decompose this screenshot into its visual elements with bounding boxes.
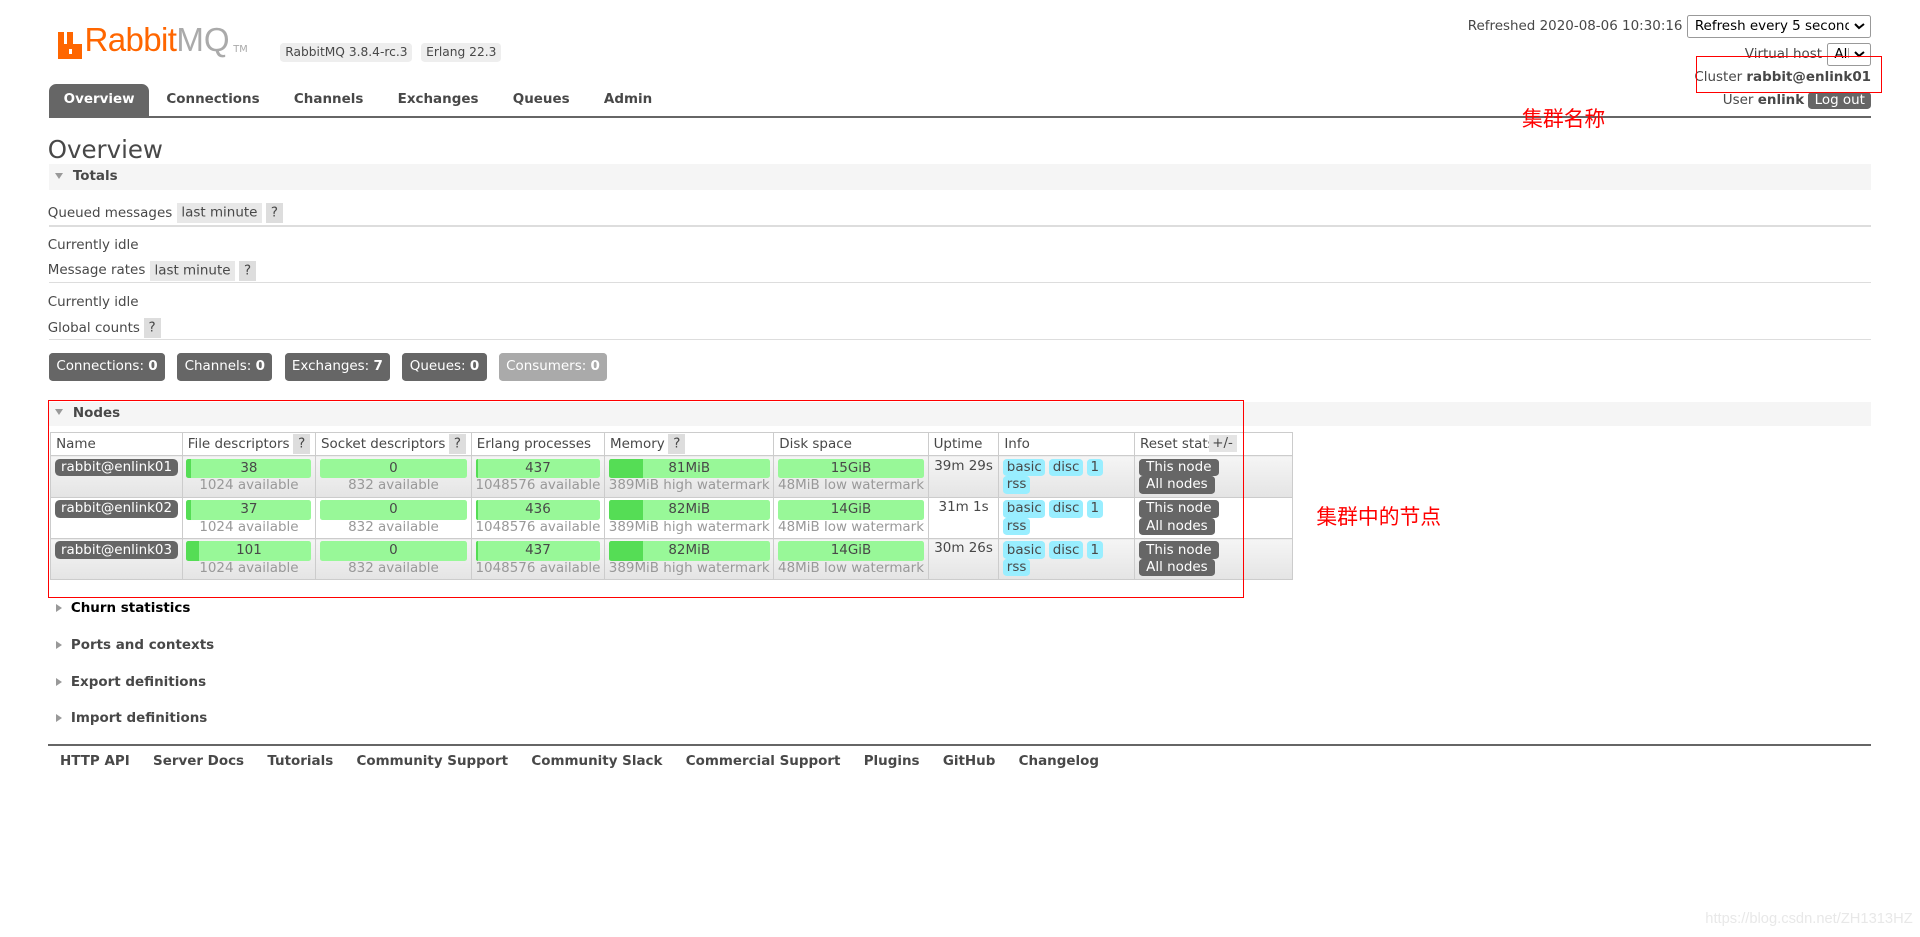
footer-link-community-slack[interactable]: Community Slack — [531, 754, 662, 769]
main-tabs: Overview Connections Channels Exchanges … — [48, 84, 670, 117]
expand-triangle-icon — [56, 714, 63, 723]
erlang-badge: Erlang 22.3 — [421, 42, 502, 62]
count-label: Exchanges: — [291, 358, 370, 374]
rabbitmq-logo[interactable]: Rabbit MQ TM — [57, 22, 248, 60]
help-icon[interactable]: ? — [239, 260, 256, 281]
count-button-channels[interactable]: Channels: 0 — [177, 352, 273, 381]
totals-title: Totals — [72, 169, 118, 185]
totals-section-header[interactable]: Totals — [48, 164, 1872, 190]
page-title: Overview — [47, 134, 163, 164]
tab-admin[interactable]: Admin — [587, 84, 670, 116]
rabbitmq-logo-icon — [57, 31, 83, 59]
user-name: enlink — [1757, 93, 1805, 109]
annotation-cluster-name: 集群名称 — [1522, 106, 1606, 131]
footer-link-commercial-support[interactable]: Commercial Support — [686, 754, 841, 769]
section-ports-and-contexts[interactable]: Ports and contexts — [47, 637, 215, 653]
tab-overview[interactable]: Overview — [48, 84, 150, 117]
global-counts: Connections: 0 Channels: 0 Exchanges: 7 Que… — [48, 352, 620, 381]
count-label: Channels: — [184, 358, 252, 374]
section-title: Import definitions — [70, 711, 208, 727]
count-button-exchanges[interactable]: Exchanges: 7 — [284, 352, 391, 381]
logo-text-mq: MQ — [176, 22, 230, 60]
expand-triangle-icon — [56, 640, 63, 649]
count-value: 7 — [373, 358, 383, 374]
section-title: Churn statistics — [70, 601, 191, 617]
divider — [48, 281, 1872, 283]
tab-queues[interactable]: Queues — [496, 84, 587, 116]
expand-triangle-icon — [56, 677, 63, 686]
section-import-definitions[interactable]: Import definitions — [47, 711, 208, 727]
count-label: Connections: — [56, 358, 144, 374]
footer-link-community-support[interactable]: Community Support — [356, 754, 508, 769]
divider — [48, 339, 1872, 341]
footer-link-github[interactable]: GitHub — [943, 754, 996, 769]
refreshed-timestamp: Refreshed 2020-08-06 10:30:16 — [1467, 18, 1683, 34]
collapse-triangle-icon — [55, 172, 64, 179]
section-title: Export definitions — [70, 674, 207, 690]
divider — [48, 225, 1872, 227]
help-icon[interactable]: ? — [265, 203, 283, 224]
count-value: 0 — [469, 358, 480, 374]
tab-connections[interactable]: Connections — [149, 84, 277, 116]
count-label: Queues: — [409, 358, 466, 374]
refresh-interval-select[interactable]: Refresh every 5 seconds — [1687, 14, 1872, 38]
count-value: 0 — [148, 358, 158, 374]
footer-link-changelog[interactable]: Changelog — [1019, 754, 1099, 769]
footer-link-plugins[interactable]: Plugins — [864, 754, 920, 769]
expand-triangle-icon — [56, 604, 63, 613]
count-value: 0 — [255, 358, 265, 374]
annotation-nodes: 集群中的节点 — [1316, 504, 1442, 529]
help-icon[interactable]: ? — [143, 318, 161, 339]
footer-links: HTTP API Server Docs Tutorials Community Su… — [60, 754, 1122, 769]
annotation-box-cluster — [1695, 56, 1882, 93]
logo-tm: TM — [233, 44, 248, 56]
count-button-consumers[interactable]: Consumers: 0 — [498, 352, 608, 381]
user-label: User — [1722, 93, 1754, 109]
logout-button[interactable]: Log out — [1808, 91, 1872, 110]
queued-messages-label: Queued messages — [47, 205, 173, 221]
watermark: https://blog.csdn.net/ZH1313HZ — [1705, 910, 1913, 927]
count-button-connections[interactable]: Connections: 0 — [48, 352, 165, 381]
count-value: 0 — [590, 358, 600, 374]
footer-link-server-docs[interactable]: Server Docs — [153, 754, 244, 769]
footer-link-tutorials[interactable]: Tutorials — [267, 754, 333, 769]
message-rates-label: Message rates — [47, 263, 146, 279]
footer-link-http-api[interactable]: HTTP API — [60, 754, 130, 769]
section-export-definitions[interactable]: Export definitions — [47, 674, 207, 690]
tab-exchanges[interactable]: Exchanges — [381, 84, 496, 116]
global-counts-label: Global counts — [47, 320, 140, 336]
queued-range-toggle[interactable]: last minute — [176, 203, 263, 224]
count-label: Consumers: — [506, 358, 587, 374]
section-title: Ports and contexts — [70, 637, 215, 653]
queued-idle-text: Currently idle — [47, 237, 139, 253]
footer-divider — [47, 744, 1872, 746]
annotation-box-nodes — [47, 400, 1244, 599]
version-badge: RabbitMQ 3.8.4-rc.3 — [280, 42, 413, 62]
count-button-queues[interactable]: Queues: 0 — [402, 352, 487, 381]
tab-channels[interactable]: Channels — [277, 84, 381, 116]
logo-text: Rabbit — [84, 22, 177, 60]
rates-idle-text: Currently idle — [47, 295, 139, 311]
rates-range-toggle[interactable]: last minute — [149, 260, 236, 281]
section-churn-statistics[interactable]: Churn statistics — [47, 601, 191, 617]
